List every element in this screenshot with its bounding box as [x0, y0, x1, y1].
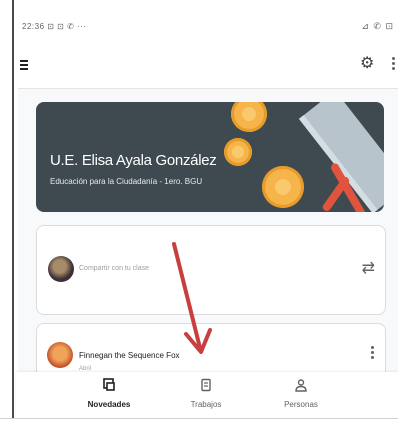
- coin-decoration: [262, 166, 304, 208]
- class-title: U.E. Elisa Ayala González: [50, 152, 217, 169]
- coin-decoration: [231, 102, 267, 132]
- app-bar: ⚙: [16, 48, 398, 86]
- share-card[interactable]: Compartir con tu clase ⇄: [36, 225, 386, 315]
- share-placeholder[interactable]: Compartir con tu clase: [79, 265, 149, 272]
- screen-border: [0, 0, 14, 427]
- avatar: [47, 342, 73, 368]
- repost-icon[interactable]: ⇄: [362, 258, 375, 278]
- coin-decoration: [224, 138, 252, 166]
- post-title: Finnegan the Sequence Fox: [79, 351, 180, 360]
- gear-icon[interactable]: ⚙: [360, 56, 376, 72]
- more-vert-icon[interactable]: [392, 57, 396, 72]
- stream-icon: [102, 378, 116, 392]
- nav-trabajos[interactable]: Trabajos: [171, 378, 241, 409]
- class-banner[interactable]: U.E. Elisa Ayala González Educación para…: [36, 102, 384, 212]
- nav-label: Trabajos: [190, 400, 222, 409]
- nav-novedades[interactable]: Novedades: [74, 378, 144, 409]
- bar-decoration: [298, 102, 384, 212]
- nav-label: Personas: [284, 400, 318, 409]
- classwork-icon: [199, 378, 213, 392]
- status-left: 22:36 ⊡ ⊡ ✆ ···: [22, 22, 87, 31]
- status-right: ⊿ ✆ ⊡: [361, 21, 394, 31]
- status-bar: 22:36 ⊡ ⊡ ✆ ··· ⊿ ✆ ⊡: [16, 20, 396, 36]
- bottom-navigation: Novedades Trabajos Personas: [16, 372, 398, 418]
- people-icon: [294, 378, 308, 392]
- nav-label: Novedades: [87, 400, 131, 409]
- avatar: [48, 256, 74, 282]
- menu-icon[interactable]: [20, 60, 28, 72]
- class-subtitle: Educación para la Ciudadanía - 1ero. BGU: [50, 177, 203, 186]
- nav-personas[interactable]: Personas: [266, 378, 336, 409]
- more-vert-icon[interactable]: [371, 346, 375, 361]
